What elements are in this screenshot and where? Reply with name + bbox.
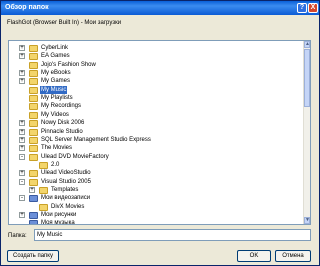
tree-item-label: Pinnacle Studio [41, 128, 83, 135]
ok-button[interactable]: OK [237, 250, 271, 262]
scroll-thumb[interactable] [304, 49, 310, 107]
folder-icon [29, 78, 38, 86]
expand-icon[interactable]: + [19, 53, 25, 60]
tree-item-label: Ulead DVD MovieFactory [41, 153, 109, 160]
tree-item-label: My Playlists [41, 95, 73, 102]
tree-item[interactable]: DivX Movies [9, 203, 303, 211]
collapse-icon[interactable]: - [19, 195, 25, 202]
folder-icon [39, 186, 48, 194]
folder-path-label: Папка: [8, 233, 27, 239]
pictures-folder-icon [29, 212, 38, 219]
tree-item-label: Моя музыка [41, 220, 75, 225]
tree-item[interactable]: + Nowy Disk 2006 [9, 119, 303, 128]
tree-item[interactable]: + CyberLink [9, 44, 303, 52]
tree-item-label: Ulead VideoStudio [41, 170, 91, 177]
folder-icon [29, 136, 38, 144]
tree-item[interactable]: + SQL Server Management Studio Express [9, 136, 303, 144]
tree-item[interactable]: + Pinnacle Studio [9, 128, 303, 136]
tree-item-label: Visual Studio 2005 [41, 178, 91, 185]
expand-icon[interactable]: + [19, 212, 25, 218]
tree-item-label: Мои рисунки [41, 212, 77, 218]
tree-item-label: CyberLink [41, 45, 69, 51]
folder-icon [29, 111, 38, 119]
expand-icon[interactable]: + [19, 45, 25, 51]
folder-icon [29, 95, 38, 103]
expand-icon[interactable]: + [19, 136, 25, 143]
expand-icon[interactable]: + [19, 78, 25, 85]
tree-item[interactable]: + EA Games [9, 52, 303, 61]
tree-item[interactable]: - Visual Studio 2005 [9, 178, 303, 186]
scroll-up-icon[interactable]: ▲ [304, 41, 310, 48]
cancel-button[interactable]: Отмена [275, 250, 311, 262]
tree-item-label: EA Games [41, 53, 70, 60]
tree-item[interactable]: + Мои рисунки [9, 211, 303, 219]
tree-item-label: 2.0 [51, 161, 60, 168]
folder-icon [29, 170, 38, 178]
music-folder-icon [29, 220, 38, 224]
tree-item-label: The Movies [41, 145, 73, 152]
folder-icon [29, 61, 38, 69]
tree-item[interactable]: - Мои видеозаписи [9, 194, 303, 203]
expand-icon[interactable]: + [19, 70, 25, 77]
tree-item-label: My Games [41, 78, 71, 85]
help-button[interactable]: ? [297, 3, 307, 13]
folder-icon [29, 178, 38, 186]
folder-icon [29, 70, 38, 78]
tree-item[interactable]: My Videos [9, 111, 303, 119]
folder-icon [29, 103, 38, 111]
tree-item[interactable]: Моя музыка [9, 219, 303, 225]
tree-item[interactable]: + My Games [9, 77, 303, 86]
folder-icon [29, 128, 38, 136]
expand-icon[interactable]: + [19, 120, 25, 127]
window-title: Обзор папок [5, 4, 49, 11]
expand-icon[interactable]: + [19, 128, 25, 135]
folder-icon [39, 161, 48, 169]
tree-item[interactable]: - Ulead DVD MovieFactory [9, 153, 303, 161]
tree-item-label: My eBooks [41, 70, 71, 77]
scroll-down-icon[interactable]: ▼ [304, 217, 310, 224]
title-bar: Обзор папок [1, 1, 319, 15]
tree-item-label: DivX Movies [51, 203, 85, 210]
tree-item[interactable]: + Ulead VideoStudio [9, 169, 303, 178]
tree-item-label: My Music [40, 85, 68, 94]
folder-path-input[interactable]: My Music [34, 229, 311, 241]
tree-item[interactable]: + The Movies [9, 144, 303, 153]
tree-item-label: Nowy Disk 2006 [41, 120, 85, 127]
tree-item[interactable]: 2.0 [9, 161, 303, 169]
close-button[interactable]: X [308, 3, 318, 13]
collapse-icon[interactable]: - [19, 153, 25, 160]
tree-item-label: Templates [51, 186, 79, 193]
tree-item[interactable]: My Playlists [9, 94, 303, 103]
tree-item[interactable]: + Templates [9, 186, 303, 194]
expand-icon[interactable]: + [19, 170, 25, 177]
folder-icon [39, 203, 48, 211]
folder-icon [29, 53, 38, 61]
folder-icon [29, 86, 38, 94]
folder-icon [29, 45, 38, 52]
tree-item-label: My Videos [41, 111, 69, 118]
tree-item-label: Мои видеозаписи [41, 195, 91, 202]
tree-item-label: Jojo's Fashion Show [41, 61, 96, 68]
tree-item[interactable]: My Music [9, 85, 303, 94]
folder-icon [29, 153, 38, 161]
folder-icon [29, 145, 38, 153]
tree-item[interactable]: My Recordings [9, 102, 303, 111]
expand-icon[interactable]: + [19, 145, 25, 152]
tree-item-label: My Recordings [41, 103, 82, 110]
folder-icon [29, 120, 38, 128]
tree-scrollbar[interactable]: ▲ ▼ [303, 41, 310, 224]
browse-folder-dialog: Обзор папок ? X FlashGot (Browser Built … [0, 0, 320, 266]
tree-item[interactable]: Jojo's Fashion Show [9, 61, 303, 69]
tree-item[interactable]: + My eBooks [9, 69, 303, 78]
tree-item-label: SQL Server Management Studio Express [41, 136, 151, 143]
expand-icon[interactable]: + [29, 186, 35, 193]
collapse-icon[interactable]: - [19, 178, 25, 185]
new-folder-button[interactable]: Создать папку [7, 250, 59, 262]
dialog-description: FlashGot (Browser Built In) - Мои загруз… [7, 20, 122, 26]
video-folder-icon [29, 195, 38, 203]
folder-tree[interactable]: + CyberLink + EA Games Jojo's Fashion Show + M… [8, 40, 311, 225]
